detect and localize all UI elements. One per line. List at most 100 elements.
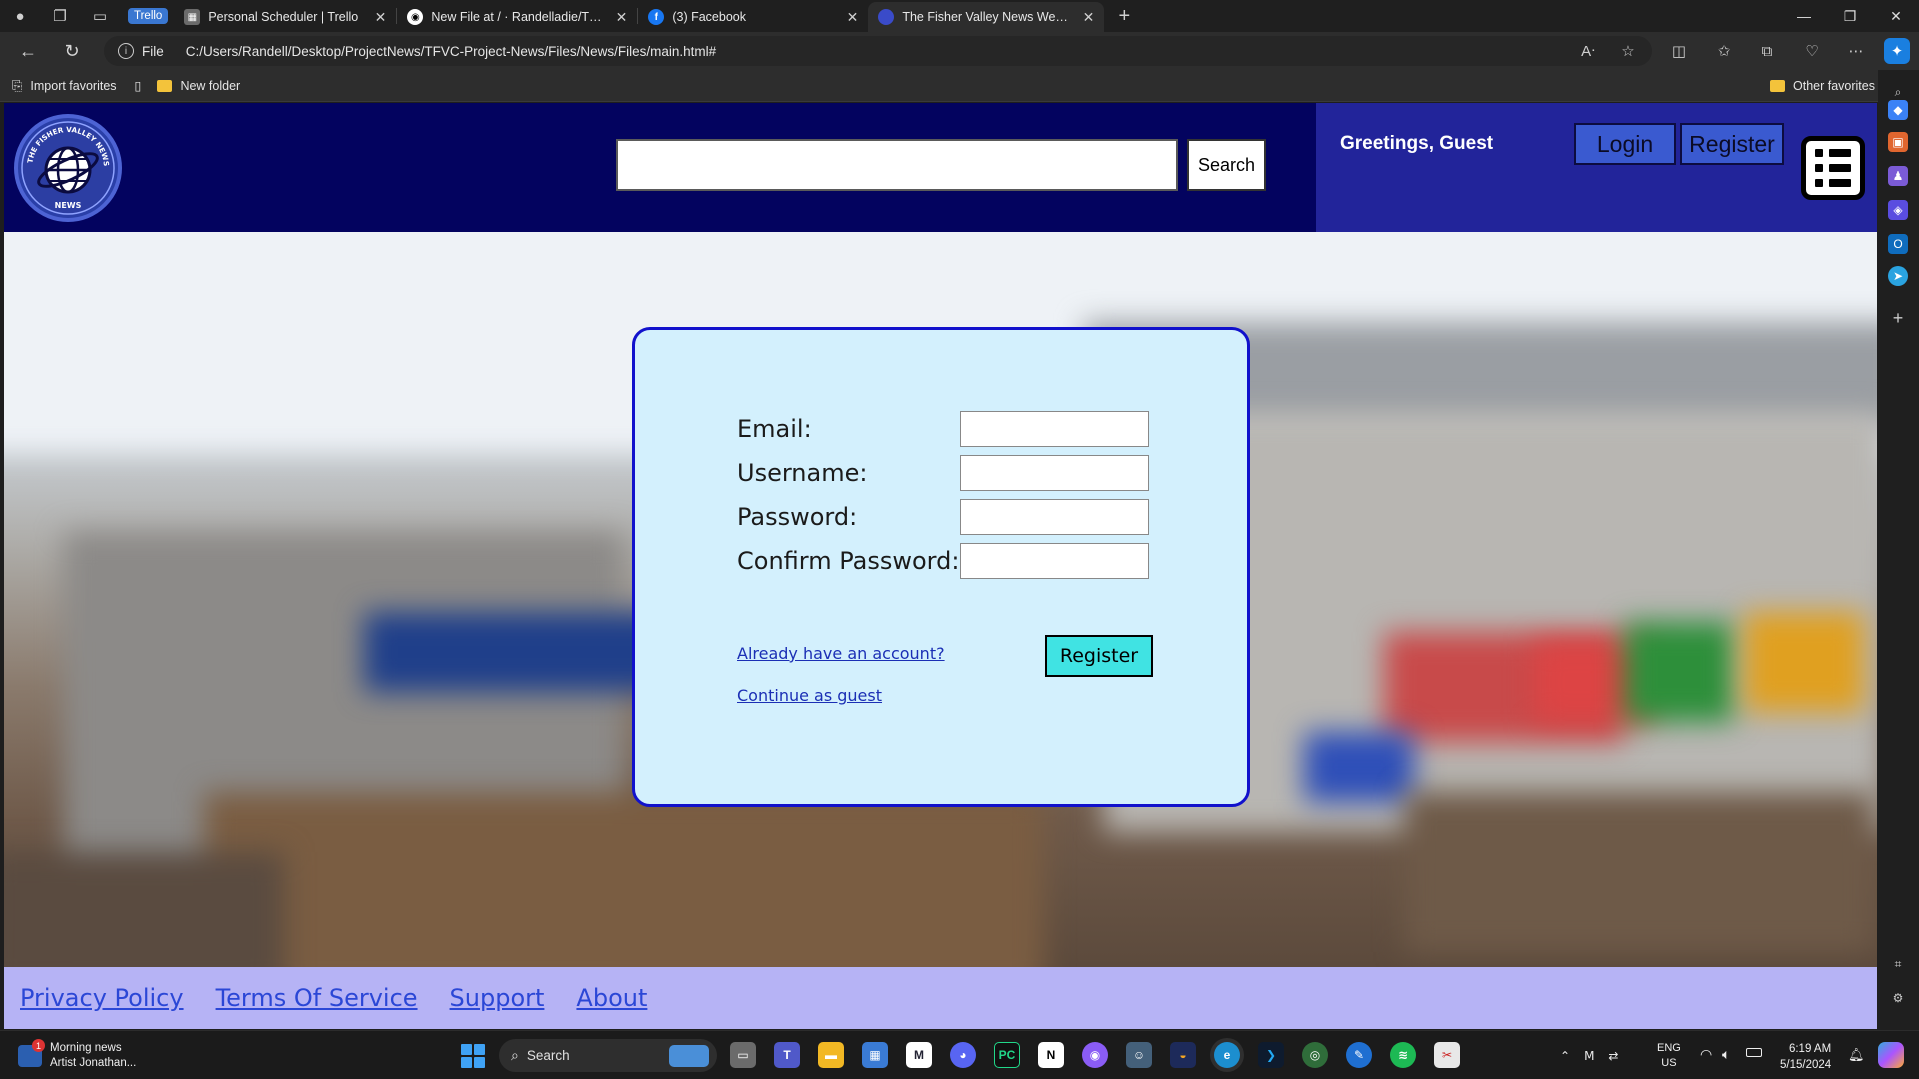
search-highlight-icon [669, 1045, 709, 1067]
volume-icon[interactable]: 🔈︎ [1722, 1046, 1730, 1063]
chevron-up-icon[interactable]: ⌃ [1560, 1049, 1570, 1063]
minimize-icon[interactable]: — [1781, 0, 1827, 32]
app-icon[interactable]: ◒ [1170, 1042, 1196, 1068]
sidebar-search-icon[interactable]: ⌕ [1888, 82, 1908, 102]
other-favorites[interactable]: Other favorites [1770, 79, 1875, 93]
tab-group-chip[interactable]: Trello [128, 8, 169, 24]
register-submit-button[interactable]: Register [1045, 635, 1153, 677]
vscode-icon[interactable]: ❯ [1258, 1042, 1284, 1068]
close-icon[interactable]: ✕ [616, 9, 628, 26]
clock[interactable]: 6:19 AM 5/15/2024 [1780, 1041, 1831, 1073]
refresh-icon[interactable]: ↻ [52, 35, 92, 67]
tab-github[interactable]: ◉ New File at / · Randelladie/TFVC ✕ [397, 2, 637, 32]
copilot-taskbar-icon[interactable] [1878, 1042, 1904, 1068]
task-view-icon[interactable]: ▭ [730, 1042, 756, 1068]
blank-page-favorite[interactable]: ▯ [135, 78, 142, 93]
folder-icon [157, 79, 173, 92]
new-folder-label: New folder [180, 78, 241, 93]
news-title: Morning news [50, 1042, 122, 1054]
keyboard-layout: US [1661, 1057, 1677, 1069]
facebook-icon: f [648, 9, 665, 25]
other-favorites-label: Other favorites [1793, 78, 1875, 93]
back-icon[interactable]: ← [8, 35, 48, 67]
paint-3d-icon[interactable]: ✎ [1346, 1042, 1372, 1068]
site-logo[interactable]: THE FISHER VALLEY NEWS WEBSITE NEWS [14, 114, 122, 222]
header-register-button[interactable]: Register [1680, 123, 1784, 165]
notes-app-icon[interactable]: M [906, 1042, 932, 1068]
search-button[interactable]: Search [1187, 139, 1266, 191]
sidebar-add-icon[interactable]: + [1888, 308, 1908, 328]
windows-start-icon[interactable] [461, 1044, 485, 1068]
tab-trello[interactable]: ▦ Personal Scheduler | Trello ✕ [174, 2, 396, 32]
tray-app-icon[interactable]: Ⅿ [1584, 1049, 1594, 1063]
file-explorer-icon[interactable]: ▬ [818, 1042, 844, 1068]
edge-icon[interactable]: e [1214, 1042, 1240, 1068]
split-screen-icon[interactable]: ◫ [1665, 38, 1693, 64]
password-field[interactable] [960, 499, 1149, 535]
new-tab-icon[interactable]: + [1104, 0, 1144, 32]
discord-icon[interactable]: ◕ [950, 1042, 976, 1068]
wifi-icon[interactable]: ◠ [1700, 1046, 1712, 1063]
favorites-icon[interactable]: ✩ [1710, 38, 1738, 64]
close-icon[interactable]: ✕ [847, 9, 859, 26]
news-widget[interactable]: 1 Morning news Artist Jonathan... [18, 1039, 136, 1071]
workspaces-icon[interactable]: ❐ [40, 0, 80, 32]
close-icon[interactable]: ✕ [1083, 9, 1095, 26]
search-input[interactable] [616, 139, 1178, 191]
pycharm-icon[interactable]: PC [994, 1042, 1020, 1068]
menu-list-button[interactable] [1801, 136, 1865, 200]
support-link[interactable]: Support [450, 984, 545, 1012]
confirm-password-field[interactable] [960, 543, 1149, 579]
input-language[interactable]: ENG US [1657, 1041, 1681, 1071]
restore-icon[interactable]: ❐ [1827, 0, 1873, 32]
more-icon[interactable]: ⋯ [1842, 38, 1870, 64]
microsoft-store-icon[interactable]: ▦ [862, 1042, 888, 1068]
tab-title: (3) Facebook [672, 10, 746, 24]
site-footer: Privacy Policy Terms Of Service Support … [4, 967, 1877, 1029]
about-link[interactable]: About [576, 984, 647, 1012]
username-field[interactable] [960, 455, 1149, 491]
browser-essentials-icon[interactable]: ♡ [1798, 38, 1826, 64]
settings-gear-icon[interactable]: ⚙ [1888, 988, 1908, 1008]
tab-fisher-valley-news[interactable]: The Fisher Valley News Website ✕ [868, 2, 1105, 32]
address-bar[interactable]: i File C:/Users/Randell/Desktop/ProjectN… [104, 36, 1652, 66]
close-icon[interactable]: ✕ [375, 9, 387, 26]
tray-sync-icon[interactable]: ⇄ [1608, 1049, 1618, 1063]
tab-facebook[interactable]: f (3) Facebook ✕ [638, 2, 868, 32]
games-icon[interactable]: ♟ [1888, 166, 1908, 186]
window-close-icon[interactable]: ✕ [1873, 0, 1919, 32]
vertical-tabs-icon[interactable]: ▭ [80, 0, 120, 32]
favorite-star-icon[interactable]: ☆ [1614, 38, 1642, 64]
login-button[interactable]: Login [1574, 123, 1676, 165]
github-desktop-icon[interactable]: ◉ [1082, 1042, 1108, 1068]
profile-icon[interactable]: ● [0, 0, 40, 32]
snipping-tool-icon[interactable]: ✂ [1434, 1042, 1460, 1068]
screenshot-icon[interactable]: ⌗ [1888, 954, 1908, 974]
taskbar-search[interactable]: ⌕ Search [499, 1039, 717, 1072]
new-folder-favorite[interactable]: New folder [157, 79, 240, 93]
continue-as-guest-link[interactable]: Continue as guest [737, 686, 882, 705]
shopping-tag-icon[interactable]: ◆ [1888, 100, 1908, 120]
email-field[interactable] [960, 411, 1149, 447]
battery-icon[interactable] [1746, 1048, 1762, 1057]
copilot-icon[interactable]: ✦ [1884, 38, 1910, 64]
notion-icon[interactable]: N [1038, 1042, 1064, 1068]
microsoft-365-icon[interactable]: ◈ [1888, 200, 1908, 220]
privacy-policy-link[interactable]: Privacy Policy [20, 984, 184, 1012]
tools-icon[interactable]: ▣ [1888, 132, 1908, 152]
telegram-icon[interactable]: ➤ [1888, 266, 1908, 286]
godot-icon[interactable]: ☺ [1126, 1042, 1152, 1068]
info-icon[interactable]: i [118, 43, 134, 59]
spotify-icon[interactable]: ≋ [1390, 1042, 1416, 1068]
notification-bell-icon[interactable]: 🔔︎ [1848, 1047, 1865, 1063]
globe-logo-icon: THE FISHER VALLEY NEWS WEBSITE NEWS [18, 118, 115, 215]
teams-icon[interactable]: T [774, 1042, 800, 1068]
outlook-icon[interactable]: O [1888, 234, 1908, 254]
already-have-account-link[interactable]: Already have an account? [737, 644, 945, 663]
collections-icon[interactable]: ⧉ [1753, 38, 1781, 64]
terms-of-service-link[interactable]: Terms Of Service [216, 984, 418, 1012]
read-aloud-icon[interactable]: Aᐧ [1574, 38, 1602, 64]
url-text[interactable]: C:/Users/Randell/Desktop/ProjectNews/TFV… [186, 44, 716, 59]
import-favorites[interactable]: ⎘ Import favorites [12, 78, 117, 94]
chrome-icon[interactable]: ◎ [1302, 1042, 1328, 1068]
